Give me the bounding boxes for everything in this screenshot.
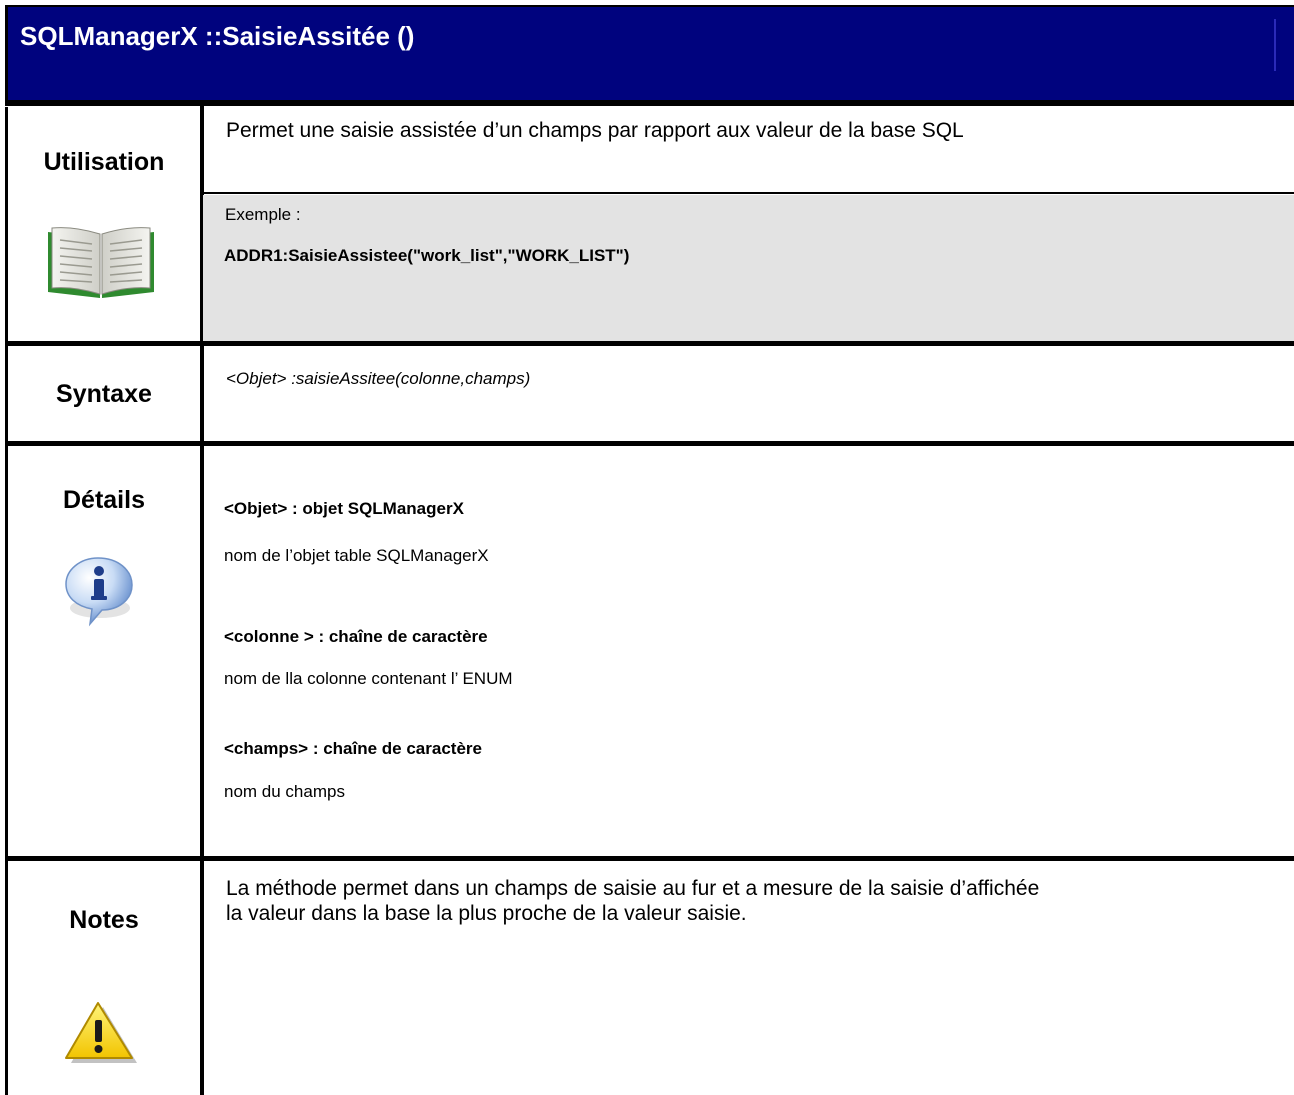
- example-code: ADDR1:SaisieAssistee("work_list","WORK_L…: [224, 246, 630, 265]
- utilisation-label: Utilisation: [43, 148, 165, 176]
- divider-utilisation: [5, 341, 1294, 346]
- param-desc-champs: nom du champs: [224, 782, 345, 801]
- param-desc-objet: nom de l’objet table SQLManagerX: [224, 546, 489, 565]
- notes-line-1: La méthode permet dans un champs de sais…: [226, 877, 1040, 900]
- page-title: SQLManagerX ::SaisieAssitée (): [20, 21, 415, 51]
- utilisation-subdivider: [204, 192, 1294, 194]
- divider-title-gap: [5, 106, 1294, 107]
- param-name-colonne: <colonne > : chaîne de caractère: [224, 627, 488, 646]
- utilisation-description: Permet une saisie assistée d’un champs p…: [226, 119, 964, 142]
- warning-icon: [65, 1002, 137, 1063]
- title-bar: SQLManagerX ::SaisieAssitée (): [5, 5, 1294, 100]
- divider-syntaxe: [5, 441, 1294, 446]
- title-edge-line: [1274, 19, 1276, 71]
- param-desc-colonne: nom de lla colonne contenant l’ ENUM: [224, 669, 513, 688]
- book-icon: [48, 227, 154, 298]
- param-name-champs: <champs> : chaîne de caractère: [224, 739, 482, 758]
- example-box: [203, 195, 1294, 341]
- details-label: Détails: [63, 486, 145, 514]
- example-label: Exemple :: [225, 205, 301, 224]
- info-icon: [65, 557, 133, 627]
- divider-details: [5, 856, 1294, 861]
- syntaxe-label: Syntaxe: [56, 380, 152, 408]
- syntaxe-value: <Objet> :saisieAssitee(colonne,champs): [226, 369, 531, 388]
- notes-line-2: la valeur dans la base la plus proche de…: [226, 902, 747, 925]
- notes-label: Notes: [69, 906, 139, 934]
- param-name-objet: <Objet> : objet SQLManagerX: [224, 499, 464, 518]
- document-page: SQLManagerX ::SaisieAssitée () Utilisati…: [0, 0, 1294, 1095]
